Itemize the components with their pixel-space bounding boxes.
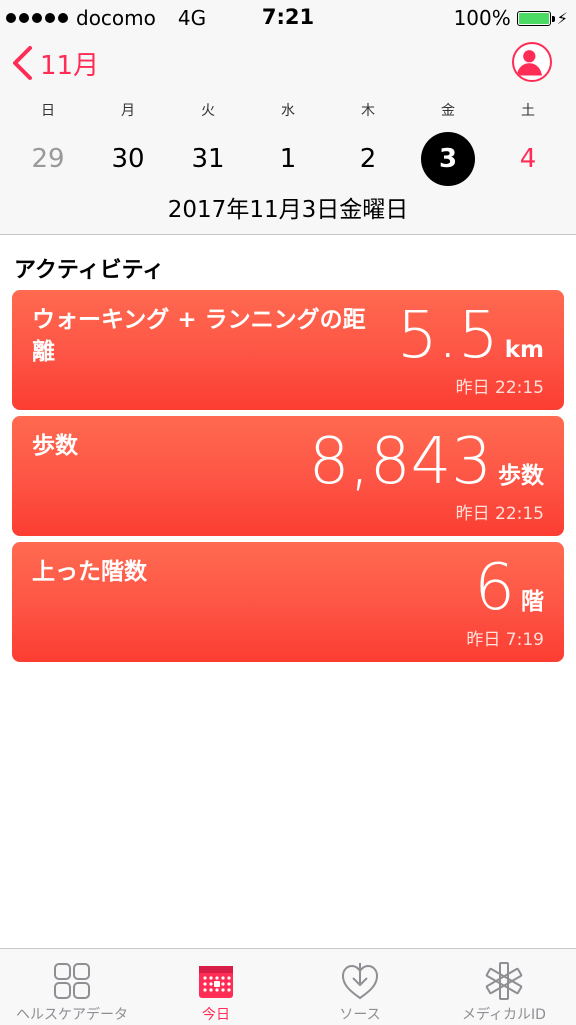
card-value-number: 8,843 xyxy=(308,425,492,499)
back-button[interactable]: 11月 xyxy=(10,44,99,82)
date-cell[interactable]: 1 xyxy=(261,132,315,186)
card-value-number: 6 xyxy=(474,551,515,625)
calendar-header: docomo 4G 7:21 100% ⚡ 11月 日月火水木金土 29 30 31… xyxy=(0,0,576,235)
tab-label: メディカルID xyxy=(462,1007,546,1023)
date-cell[interactable]: 2 xyxy=(341,132,395,186)
chevron-left-icon xyxy=(13,46,32,80)
date-cell[interactable]: 31 xyxy=(181,132,235,186)
calendar-icon xyxy=(199,966,233,998)
tab-label: ヘルスケアデータ xyxy=(16,1007,128,1023)
date-cell[interactable]: 4 xyxy=(501,132,555,186)
tab-today[interactable]: 今日 xyxy=(144,949,288,1025)
weekday-label: 火 xyxy=(201,103,215,119)
card-timestamp: 昨日 22:15 xyxy=(455,504,544,524)
weekday-label: 日 xyxy=(41,103,55,119)
card-value: 5.5 km xyxy=(397,304,544,382)
charging-icon: ⚡ xyxy=(556,8,568,28)
card-value-number: 5.5 xyxy=(396,299,499,373)
card-unit: 歩数 xyxy=(498,463,544,489)
date-cell[interactable]: 30 xyxy=(101,132,155,186)
card-title: ウォーキング + ランニングの距離 xyxy=(32,307,366,365)
tab-bar: ヘルスケアデータ 今日 ソース メディカルID xyxy=(0,948,576,1025)
medical-star-icon xyxy=(485,962,523,1000)
card-steps[interactable]: 歩数 8,843 歩数 昨日 22:15 xyxy=(12,416,564,536)
tab-health-data[interactable]: ヘルスケアデータ xyxy=(0,949,144,1025)
selected-date-title: 2017年11月3日金曜日 xyxy=(167,197,409,223)
profile-avatar-button[interactable] xyxy=(512,42,552,82)
card-value: 6階 xyxy=(474,556,544,634)
weekday-row: 日月火水木金土 xyxy=(0,100,576,124)
date-cell-selected[interactable]: 3 xyxy=(421,132,475,186)
date-row: 29 30 31 1 2 3 4 xyxy=(0,132,576,186)
tab-sources[interactable]: ソース xyxy=(288,949,432,1025)
card-floors-climbed[interactable]: 上った階数 6階 昨日 7:19 xyxy=(12,542,564,662)
weekday-label: 土 xyxy=(521,103,535,119)
download-heart-icon xyxy=(341,963,379,1000)
battery-icon xyxy=(516,10,555,26)
card-value: 8,843 歩数 xyxy=(309,430,544,508)
tab-label: ソース xyxy=(339,1007,381,1023)
card-unit: km xyxy=(504,337,544,363)
section-title-activity: アクティビティ xyxy=(14,258,165,283)
card-timestamp: 昨日 22:15 xyxy=(455,378,544,398)
weekday-label: 金 xyxy=(441,103,455,119)
card-walking-distance[interactable]: ウォーキング + ランニングの距離 5.5 km 昨日 22:15 xyxy=(12,290,564,410)
grid-icon xyxy=(54,963,90,999)
tab-medical-id[interactable]: メディカルID xyxy=(432,949,576,1025)
date-cell[interactable]: 29 xyxy=(21,132,75,186)
card-timestamp: 昨日 7:19 xyxy=(466,630,544,650)
status-right: 100% ⚡ xyxy=(454,6,568,30)
status-bar: docomo 4G 7:21 100% ⚡ xyxy=(0,0,576,36)
tab-label: 今日 xyxy=(202,1007,230,1023)
weekday-label: 木 xyxy=(361,103,375,119)
person-icon xyxy=(516,50,542,76)
weekday-label: 水 xyxy=(281,103,295,119)
battery-percent: 100% xyxy=(453,6,511,30)
card-unit: 階 xyxy=(521,589,544,615)
card-title: 上った階数 xyxy=(32,559,147,585)
weekday-label: 月 xyxy=(121,103,135,119)
back-month-label: 11月 xyxy=(40,50,100,81)
